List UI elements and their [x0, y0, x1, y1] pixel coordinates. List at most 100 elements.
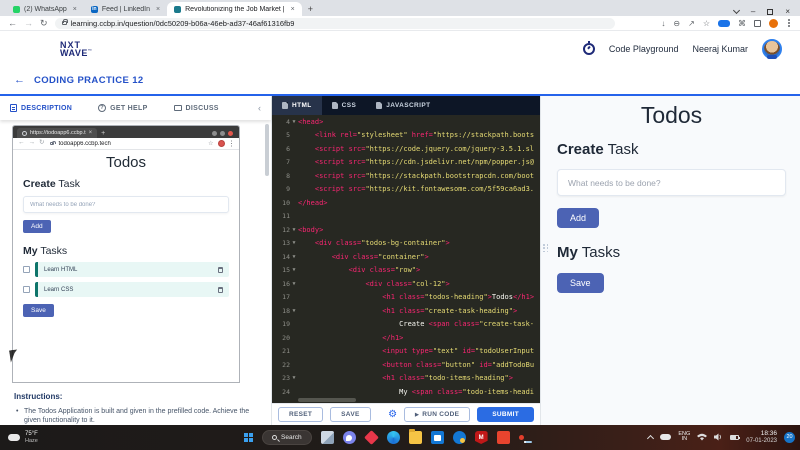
new-tab-button[interactable]: + [308, 4, 313, 14]
fold-arrow-icon[interactable]: ▼ [290, 375, 298, 381]
file-explorer-icon[interactable] [408, 429, 422, 444]
collapse-panel-icon[interactable]: ‹ [258, 103, 261, 113]
edge-icon[interactable] [386, 431, 400, 444]
editor-tab-css[interactable]: CSS [322, 96, 367, 115]
back-icon[interactable]: ← [18, 140, 25, 147]
fold-arrow-icon[interactable]: ▼ [290, 308, 298, 314]
submit-button[interactable]: SUBMIT [477, 407, 534, 422]
mcafee-icon[interactable]: M [474, 431, 488, 444]
play-icon: ▶ [415, 411, 420, 418]
extensions-puzzle-icon[interactable]: ⌘ [738, 19, 746, 28]
browser-tab-whatsapp[interactable]: (2) WhatsApp × [6, 2, 84, 16]
zoom-icon[interactable]: ⊖ [673, 19, 680, 28]
run-code-button[interactable]: ▶ RUN CODE [404, 407, 471, 422]
fold-arrow-icon[interactable]: ▼ [290, 227, 298, 233]
output-todo-input[interactable] [557, 169, 786, 196]
share-icon[interactable]: ↗ [688, 19, 695, 28]
refresh-icon[interactable]: ↻ [40, 18, 48, 28]
forward-icon[interactable]: → [24, 18, 33, 28]
side-panel-icon[interactable] [754, 19, 761, 27]
preview-tab[interactable]: https://todoapp6.ccbp.t × [17, 128, 98, 138]
close-window-button[interactable] [228, 130, 233, 136]
back-icon[interactable]: ← [8, 18, 17, 28]
task-card[interactable]: Learn HTML [35, 262, 229, 277]
volume-icon[interactable] [714, 433, 723, 441]
horizontal-scrollbar[interactable] [298, 398, 356, 402]
panel-scrollbar[interactable] [265, 124, 269, 176]
fold-arrow-icon[interactable]: ▼ [290, 254, 298, 260]
close-tab-icon[interactable]: × [291, 6, 295, 13]
task-view-icon[interactable] [320, 431, 334, 444]
bookmark-star-icon[interactable]: ☆ [703, 19, 710, 28]
save-button[interactable]: SAVE [330, 407, 371, 422]
taskbar-clock[interactable]: 18:36 07-01-2023 [746, 430, 777, 445]
minimize-button[interactable]: – [751, 7, 755, 16]
panel-drag-handle[interactable] [543, 244, 549, 253]
maximize-button[interactable] [767, 8, 774, 15]
start-button[interactable] [244, 433, 253, 442]
fold-arrow-icon[interactable]: ▼ [290, 240, 298, 246]
wifi-icon[interactable] [697, 433, 708, 441]
preview-add-button[interactable]: Add [23, 220, 51, 233]
fold-arrow-icon[interactable]: ▼ [290, 281, 298, 287]
user-name[interactable]: Neeraj Kumar [692, 44, 748, 54]
extension-pill-icon[interactable] [718, 19, 730, 27]
delete-trash-icon[interactable] [218, 286, 223, 293]
bookmark-star-icon[interactable]: ☆ [208, 140, 213, 147]
onedrive-cloud-icon[interactable] [660, 434, 672, 441]
tab-get-help[interactable]: ? GET HELP [98, 104, 147, 112]
browser-menu-icon[interactable] [788, 22, 790, 24]
microsoft-store-icon[interactable] [430, 431, 444, 444]
code-playground-link[interactable]: Code Playground [609, 44, 679, 54]
battery-icon[interactable] [730, 434, 741, 440]
browser-tab-active[interactable]: Revolutionizing the Job Market | × [167, 2, 302, 16]
fold-arrow-icon[interactable]: ▼ [290, 267, 298, 273]
chevron-down-icon[interactable] [732, 6, 740, 14]
fold-arrow-icon[interactable]: ▼ [290, 119, 298, 125]
app-icon-red-diamond[interactable] [363, 430, 379, 445]
notification-count-badge[interactable]: 20 [784, 431, 795, 443]
forward-icon[interactable]: → [29, 140, 36, 147]
taskbar-weather[interactable]: 75°F Haze [8, 430, 38, 444]
profile-avatar-icon[interactable] [217, 140, 225, 147]
code-area[interactable]: 4 ▼ <head> 5 <link rel="stylesheet" href="h… [272, 115, 540, 403]
download-icon[interactable]: ↓ [661, 19, 665, 28]
user-avatar[interactable] [762, 39, 782, 59]
address-field[interactable]: learning.ccbp.in/question/0dc50209-b06a-… [54, 17, 615, 29]
tab-discuss[interactable]: DISCUSS [173, 105, 219, 112]
delete-trash-icon[interactable] [218, 266, 223, 273]
profile-avatar-icon[interactable] [769, 18, 778, 28]
task-checkbox[interactable] [23, 266, 30, 273]
settings-gear-icon[interactable]: ⚙ [388, 409, 397, 420]
teams-chat-icon[interactable] [342, 431, 356, 444]
stopwatch-icon[interactable] [582, 41, 595, 55]
app-icon-blue-circle[interactable] [452, 431, 466, 444]
browser-menu-icon[interactable] [230, 142, 232, 145]
preview-save-button[interactable]: Save [23, 304, 54, 317]
close-window-button[interactable]: × [785, 7, 790, 16]
close-tab-icon[interactable]: × [89, 130, 93, 136]
preview-todo-input[interactable] [23, 196, 229, 213]
output-save-button[interactable]: Save [557, 273, 604, 293]
close-tab-icon[interactable]: × [73, 6, 77, 13]
language-indicator[interactable]: ENG IN [678, 431, 690, 444]
tab-description[interactable]: DESCRIPTION [10, 104, 72, 112]
hidden-icons-chevron[interactable] [647, 434, 655, 443]
refresh-icon[interactable]: ↻ [39, 140, 44, 147]
taskbar-search[interactable]: Search [262, 430, 312, 445]
maximize-button[interactable] [220, 130, 225, 136]
new-tab-button[interactable]: + [101, 130, 105, 137]
app-icon-orange[interactable] [496, 431, 510, 444]
editor-tab-javascript[interactable]: JAVASCRIPT [366, 96, 440, 115]
minimize-button[interactable] [212, 130, 217, 136]
back-arrow-icon[interactable]: ← [14, 75, 25, 86]
browser-tab-linkedin[interactable]: in Feed | LinkedIn × [84, 2, 167, 16]
editor-tab-html[interactable]: HTML [272, 96, 322, 115]
chrome-taskbar-button[interactable] [518, 434, 532, 443]
task-checkbox[interactable] [23, 286, 30, 293]
close-tab-icon[interactable]: × [156, 6, 160, 13]
output-add-button[interactable]: Add [557, 208, 600, 228]
task-card[interactable]: Learn CSS [35, 282, 229, 297]
nxtwave-logo[interactable]: NXT WAVE™ [60, 40, 92, 57]
reset-button[interactable]: RESET [278, 407, 324, 422]
